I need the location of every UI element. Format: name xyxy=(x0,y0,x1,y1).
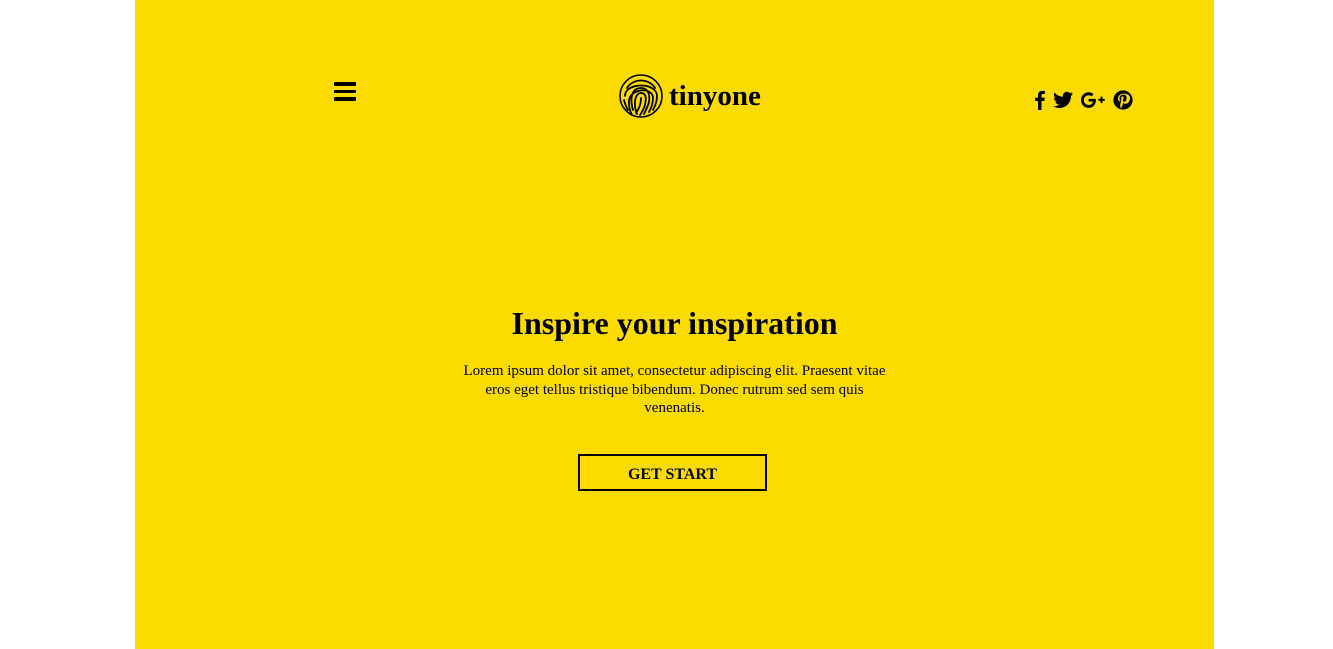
facebook-icon[interactable] xyxy=(1035,90,1045,112)
google-plus-icon[interactable] xyxy=(1081,90,1105,112)
get-start-button[interactable]: GET START xyxy=(578,454,767,491)
google-plus-glyph xyxy=(1081,92,1105,108)
hero-title: Inspire your inspiration xyxy=(511,305,838,341)
facebook-glyph xyxy=(1035,90,1045,110)
hero-description: Lorem ipsum dolor sit amet, consectetur … xyxy=(463,363,886,416)
fingerprint-icon xyxy=(619,74,663,118)
pinterest-icon[interactable] xyxy=(1113,90,1133,112)
brand-name: tinyone xyxy=(669,79,761,112)
pinterest-glyph xyxy=(1113,90,1133,110)
menu-line xyxy=(334,89,356,93)
brand-link[interactable]: tinyone xyxy=(619,73,761,119)
menu-line xyxy=(334,97,356,101)
menu-line xyxy=(334,82,356,86)
hero-page: tinyone Inspire your inspiration Lorem i… xyxy=(135,0,1214,649)
social-links xyxy=(1035,90,1133,112)
twitter-icon[interactable] xyxy=(1053,90,1073,112)
twitter-glyph xyxy=(1053,91,1073,109)
hero-section: Inspire your inspiration Lorem ipsum dol… xyxy=(454,300,895,418)
hamburger-icon[interactable] xyxy=(334,80,358,104)
